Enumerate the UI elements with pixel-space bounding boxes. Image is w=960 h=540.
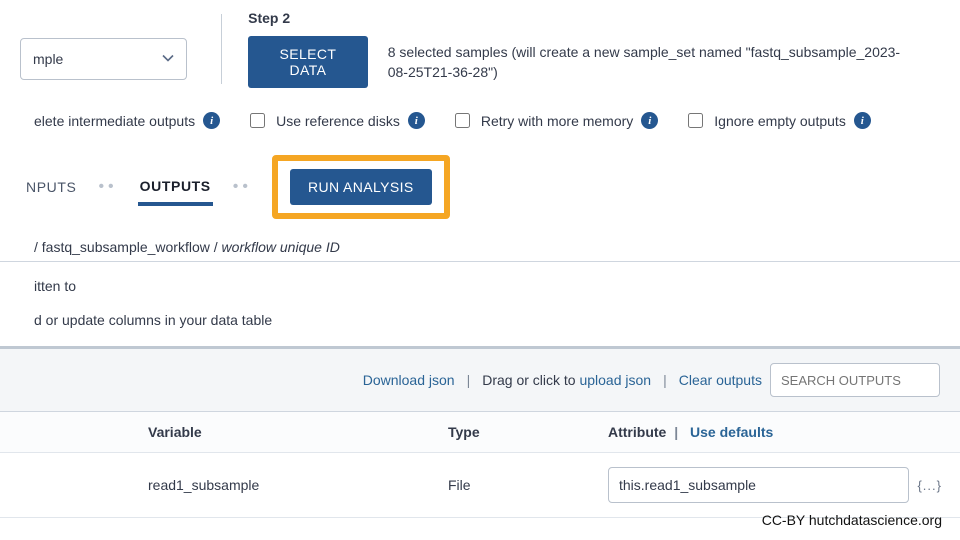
info-icon[interactable]: i: [641, 112, 658, 129]
opt-label: Use reference disks: [276, 113, 400, 129]
download-json-link[interactable]: Download json: [363, 372, 455, 388]
checkbox[interactable]: [688, 113, 703, 128]
info-icon[interactable]: i: [854, 112, 871, 129]
upload-json-text: Drag or click to upload json: [482, 372, 651, 388]
th-task: [0, 412, 130, 453]
tab-dots-icon: ••: [98, 178, 117, 196]
outputs-table: Variable Type Attribute | Use defaults r…: [0, 412, 960, 518]
cell-attribute: {...}: [590, 453, 960, 518]
checkbox[interactable]: [250, 113, 265, 128]
upload-json-link[interactable]: upload json: [579, 372, 651, 388]
attribute-input[interactable]: [608, 467, 909, 503]
run-analysis-highlight: RUN ANALYSIS: [272, 155, 450, 219]
selected-samples-text: 8 selected samples (will create a new sa…: [388, 42, 920, 83]
outputs-update-cols-text: d or update columns in your data table: [34, 312, 920, 328]
use-defaults-link[interactable]: Use defaults: [690, 424, 773, 440]
th-type: Type: [430, 412, 590, 453]
cell-task: [0, 453, 130, 518]
breadcrumb-unique-id: workflow unique ID: [222, 239, 340, 255]
divider: [221, 14, 222, 84]
table-row: read1_subsample File {...}: [0, 453, 960, 518]
cell-type: File: [430, 453, 590, 518]
table-header-row: Variable Type Attribute | Use defaults: [0, 412, 960, 453]
breadcrumb: / fastq_subsample_workflow / workflow un…: [34, 239, 920, 255]
search-outputs-input[interactable]: [770, 363, 940, 397]
opt-label: elete intermediate outputs: [34, 113, 195, 129]
tab-inputs[interactable]: NPUTS: [24, 169, 78, 205]
credit-text: CC-BY hutchdatascience.org: [762, 512, 942, 528]
dropdown-value: mple: [33, 51, 63, 67]
opt-label: Retry with more memory: [481, 113, 633, 129]
th-attribute: Attribute | Use defaults: [590, 412, 960, 453]
entity-type-dropdown[interactable]: mple: [20, 38, 187, 80]
select-data-button[interactable]: SELECT DATA: [248, 36, 368, 88]
tab-outputs[interactable]: OUTPUTS: [138, 168, 213, 206]
info-icon[interactable]: i: [408, 112, 425, 129]
run-analysis-button[interactable]: RUN ANALYSIS: [290, 169, 432, 205]
breadcrumb-workflow: fastq_subsample_workflow: [42, 239, 210, 255]
attribute-menu-icon[interactable]: {...}: [917, 478, 942, 493]
chevron-down-icon: [162, 51, 174, 67]
run-options-row: elete intermediate outputs i Use referen…: [34, 88, 920, 149]
opt-retry-memory[interactable]: Retry with more memory i: [451, 110, 658, 131]
checkbox[interactable]: [455, 113, 470, 128]
opt-delete-intermediate[interactable]: elete intermediate outputs i: [34, 112, 220, 129]
step-2-label: Step 2: [248, 10, 920, 26]
info-icon[interactable]: i: [203, 112, 220, 129]
tab-dots-icon: ••: [233, 178, 252, 196]
outputs-toolbar: Download json | Drag or click to upload …: [0, 349, 960, 412]
th-variable: Variable: [130, 412, 430, 453]
clear-outputs-link[interactable]: Clear outputs: [679, 372, 762, 388]
cell-variable: read1_subsample: [130, 453, 430, 518]
tabs-row: NPUTS •• OUTPUTS •• RUN ANALYSIS: [34, 155, 920, 219]
divider: [0, 261, 960, 262]
opt-ignore-empty[interactable]: Ignore empty outputs i: [684, 110, 871, 131]
opt-label: Ignore empty outputs: [714, 113, 846, 129]
outputs-written-to-text: itten to: [34, 278, 920, 294]
opt-reference-disks[interactable]: Use reference disks i: [246, 110, 425, 131]
outputs-panel: Download json | Drag or click to upload …: [0, 346, 960, 518]
